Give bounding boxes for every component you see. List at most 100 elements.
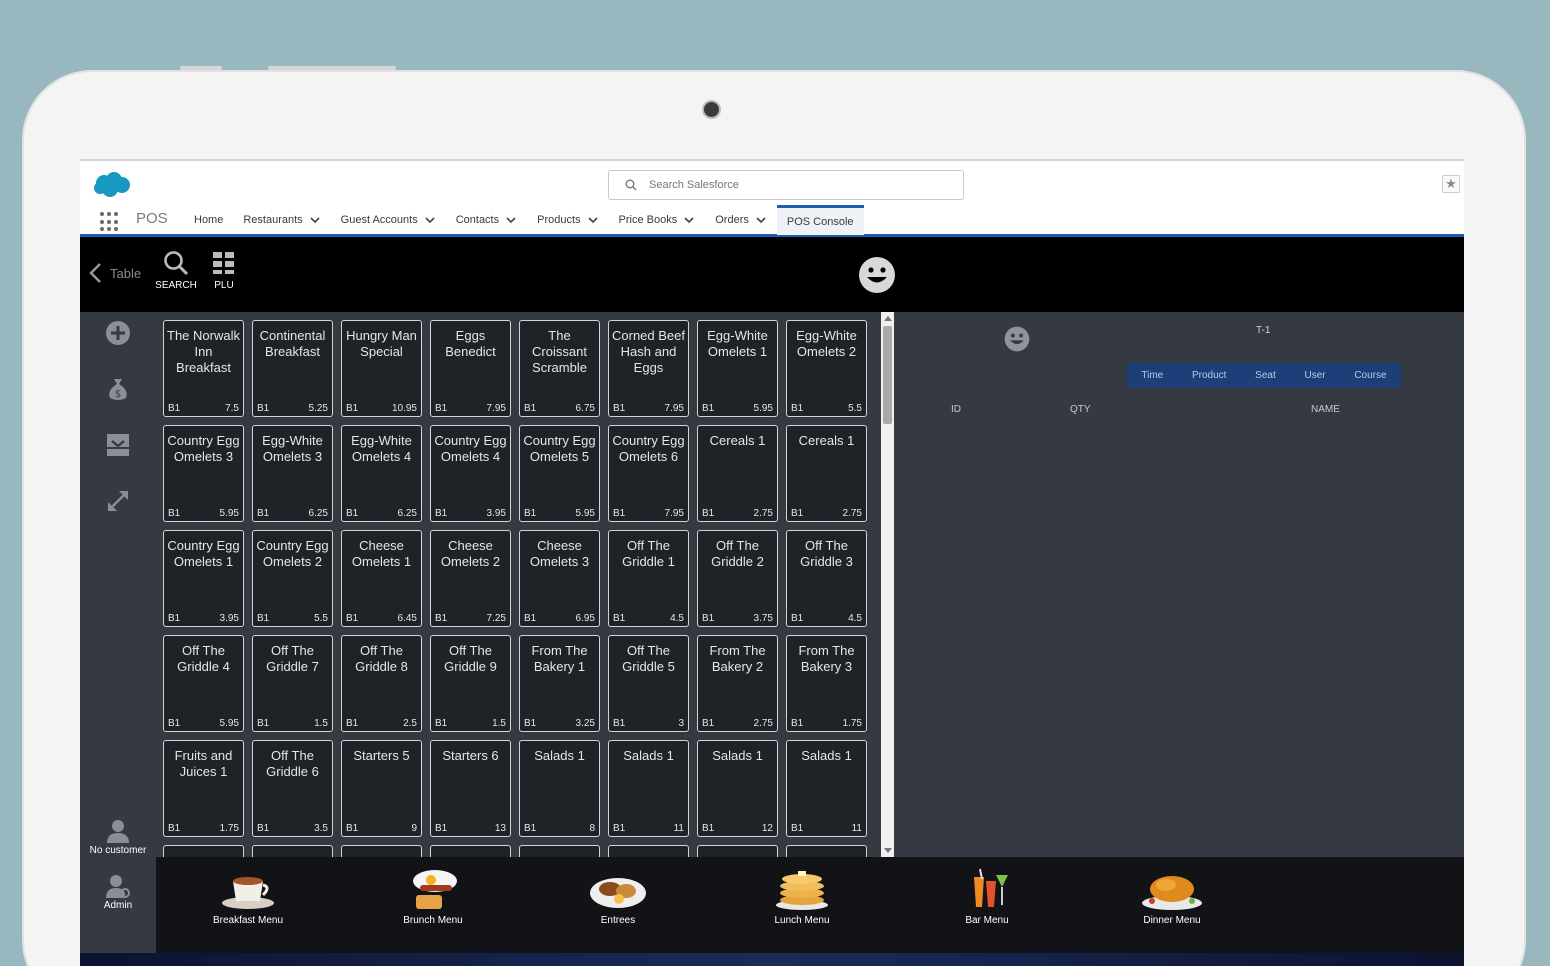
tab-seat[interactable]: Seat — [1255, 370, 1276, 381]
product-tile[interactable]: Off The Griddle 2 B1 3.75 — [697, 530, 778, 627]
product-tile[interactable]: Off The Griddle 4 B1 5.95 — [163, 635, 244, 732]
chevron-down-icon[interactable] — [587, 214, 599, 226]
product-tile[interactable] — [430, 845, 511, 857]
product-tile[interactable]: Salads 1 B1 12 — [697, 740, 778, 837]
product-tile[interactable]: Cheese Omelets 2 B1 7.25 — [430, 530, 511, 627]
no-customer-button[interactable]: No customer — [80, 818, 156, 856]
scroll-up-icon[interactable] — [884, 316, 892, 321]
chevron-down-icon[interactable] — [309, 214, 321, 226]
tile-name: The Croissant Scramble — [532, 328, 587, 375]
product-tile[interactable]: Eggs Benedict B1 7.95 — [430, 320, 511, 417]
menu-label: Entrees — [600, 915, 636, 926]
product-tile[interactable]: Country Egg Omelets 3 B1 5.95 — [163, 425, 244, 522]
admin-button[interactable]: Admin — [80, 873, 156, 911]
brunch-menu-button[interactable]: Brunch Menu — [358, 867, 508, 926]
product-tile[interactable]: The Croissant Scramble B1 6.75 — [519, 320, 600, 417]
product-tile[interactable]: Off The Griddle 7 B1 1.5 — [252, 635, 333, 732]
product-tile[interactable]: Country Egg Omelets 5 B1 5.95 — [519, 425, 600, 522]
product-tile[interactable] — [341, 845, 422, 857]
product-tile[interactable]: Cheese Omelets 1 B1 6.45 — [341, 530, 422, 627]
tile-price: 3.95 — [486, 508, 506, 519]
money-bag-icon[interactable]: $ — [105, 376, 131, 402]
product-tile[interactable]: Off The Griddle 1 B1 4.5 — [608, 530, 689, 627]
product-tile[interactable] — [786, 845, 867, 857]
product-tile[interactable]: Corned Beef Hash and Eggs B1 7.95 — [608, 320, 689, 417]
tab-time[interactable]: Time — [1141, 370, 1163, 381]
app-launcher-icon[interactable] — [100, 212, 120, 232]
product-tile[interactable]: Off The Griddle 9 B1 1.5 — [430, 635, 511, 732]
product-tile[interactable]: Cereals 1 B1 2.75 — [786, 425, 867, 522]
global-search[interactable] — [608, 170, 964, 200]
plu-button[interactable]: PLU — [200, 250, 248, 291]
tile-name: Cheese Omelets 1 — [351, 538, 412, 569]
nav-item-orders[interactable]: Orders — [705, 205, 777, 235]
product-tile[interactable]: Egg-White Omelets 1 B1 5.95 — [697, 320, 778, 417]
product-tile[interactable]: Hungry Man Special B1 10.95 — [341, 320, 422, 417]
product-tile[interactable]: Country Egg Omelets 4 B1 3.95 — [430, 425, 511, 522]
product-tile[interactable]: Egg-White Omelets 3 B1 6.25 — [252, 425, 333, 522]
product-tile[interactable]: Off The Griddle 3 B1 4.5 — [786, 530, 867, 627]
entrees-button[interactable]: Entrees — [543, 867, 693, 926]
product-tile[interactable]: Starters 5 B1 9 — [341, 740, 422, 837]
tile-price: 3.95 — [219, 613, 239, 624]
nav-item-home[interactable]: Home — [184, 205, 233, 235]
product-tile[interactable]: Country Egg Omelets 2 B1 5.5 — [252, 530, 333, 627]
nav-item-restaurants[interactable]: Restaurants — [233, 205, 330, 235]
search-input[interactable] — [649, 176, 949, 194]
inbox-icon[interactable] — [105, 432, 131, 458]
product-tile[interactable]: Country Egg Omelets 1 B1 3.95 — [163, 530, 244, 627]
product-tile[interactable]: Salads 1 B1 11 — [608, 740, 689, 837]
product-tile[interactable]: Cheese Omelets 3 B1 6.95 — [519, 530, 600, 627]
nav-item-pos-console[interactable]: POS Console — [776, 205, 864, 235]
product-tile[interactable]: Egg-White Omelets 4 B1 6.25 — [341, 425, 422, 522]
product-tile[interactable] — [163, 845, 244, 857]
tab-user[interactable]: User — [1304, 370, 1325, 381]
product-tile[interactable] — [608, 845, 689, 857]
salesforce-cloud-icon[interactable] — [92, 171, 132, 199]
product-tile[interactable]: Salads 1 B1 11 — [786, 740, 867, 837]
product-tile[interactable]: Fruits and Juices 1 B1 1.75 — [163, 740, 244, 837]
nav-item-products[interactable]: Products — [527, 205, 608, 235]
product-tile[interactable] — [252, 845, 333, 857]
back-to-table-button[interactable]: Table — [88, 262, 141, 284]
smiley-icon[interactable] — [858, 256, 896, 294]
product-tile[interactable]: Starters 6 B1 13 — [430, 740, 511, 837]
product-tile[interactable]: Egg-White Omelets 2 B1 5.5 — [786, 320, 867, 417]
nav-item-contacts[interactable]: Contacts — [446, 205, 527, 235]
tab-course[interactable]: Course — [1354, 370, 1386, 381]
product-tile[interactable]: Country Egg Omelets 6 B1 7.95 — [608, 425, 689, 522]
product-tile[interactable]: From The Bakery 1 B1 3.25 — [519, 635, 600, 732]
grid-scrollbar[interactable] — [881, 312, 894, 857]
product-tile[interactable]: Off The Griddle 8 B1 2.5 — [341, 635, 422, 732]
product-tile[interactable]: Off The Griddle 5 B1 3 — [608, 635, 689, 732]
chevron-down-icon[interactable] — [424, 214, 436, 226]
lunch-menu-button[interactable]: Lunch Menu — [727, 867, 877, 926]
tab-product[interactable]: Product — [1192, 370, 1226, 381]
breakfast-menu-button[interactable]: Breakfast Menu — [173, 867, 323, 926]
product-tile[interactable]: Cereals 1 B1 2.75 — [697, 425, 778, 522]
nav-item-price-books[interactable]: Price Books — [609, 205, 706, 235]
expand-icon[interactable] — [105, 488, 131, 514]
product-tile[interactable]: Salads 1 B1 8 — [519, 740, 600, 837]
favorites-star-icon[interactable]: ★ — [1442, 175, 1460, 193]
chevron-down-icon[interactable] — [755, 214, 767, 226]
admin-label: Admin — [103, 900, 133, 911]
dinner-menu-button[interactable]: Dinner Menu — [1097, 867, 1247, 926]
chevron-down-icon[interactable] — [505, 214, 517, 226]
chevron-down-icon[interactable] — [683, 214, 695, 226]
nav-item-guest-accounts[interactable]: Guest Accounts — [331, 205, 446, 235]
smiley-icon[interactable] — [1004, 326, 1030, 352]
product-tile[interactable] — [519, 845, 600, 857]
scroll-thumb[interactable] — [883, 326, 892, 424]
menu-label: Bar Menu — [965, 915, 1009, 926]
bar-menu-button[interactable]: Bar Menu — [912, 867, 1062, 926]
search-button[interactable]: SEARCH — [152, 250, 200, 291]
product-tile[interactable]: The Norwalk Inn Breakfast B1 7.5 — [163, 320, 244, 417]
scroll-down-icon[interactable] — [884, 848, 892, 853]
product-tile[interactable]: Off The Griddle 6 B1 3.5 — [252, 740, 333, 837]
product-tile[interactable]: Continental Breakfast B1 5.25 — [252, 320, 333, 417]
add-icon[interactable] — [105, 320, 131, 346]
product-tile[interactable]: From The Bakery 3 B1 1.75 — [786, 635, 867, 732]
product-tile[interactable] — [697, 845, 778, 857]
product-tile[interactable]: From The Bakery 2 B1 2.75 — [697, 635, 778, 732]
